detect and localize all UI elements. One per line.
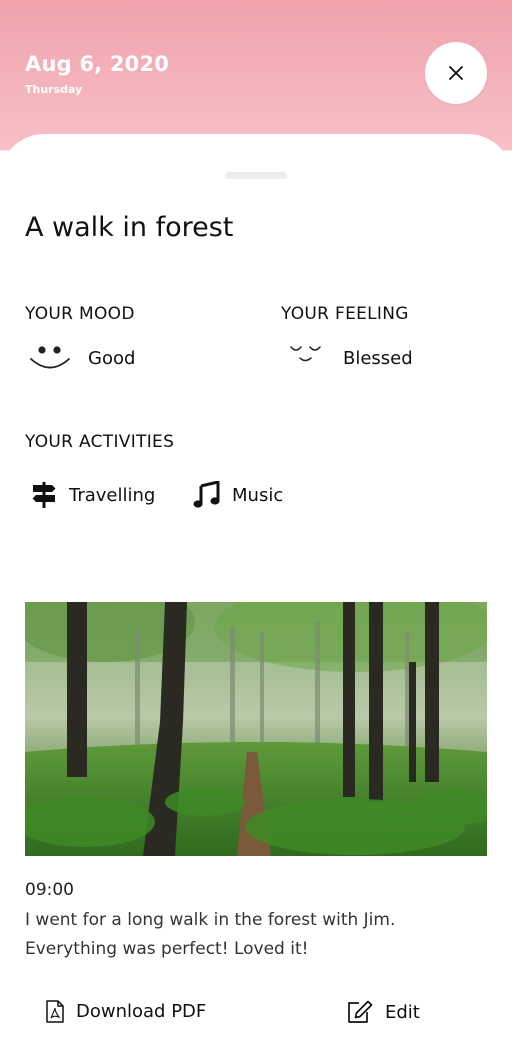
feeling-value: Blessed (343, 348, 413, 369)
close-button[interactable] (425, 42, 487, 104)
forest-photo-image (25, 602, 487, 856)
pdf-file-icon (46, 1000, 64, 1023)
download-pdf-button[interactable]: Download PDF (46, 1000, 206, 1023)
mood-label: YOUR MOOD (25, 304, 135, 324)
activity-label: Travelling (69, 485, 156, 506)
sheet-drag-handle[interactable] (225, 172, 287, 179)
entry-weekday: Thursday (25, 83, 83, 96)
activity-label: Music (232, 485, 284, 506)
signpost-icon (32, 482, 56, 508)
music-note-icon (193, 481, 220, 508)
blessed-face-icon (290, 346, 321, 362)
detail-sheet: A walk in forest YOUR MOOD Good YOUR FEE… (0, 134, 512, 1042)
entry-title: A walk in forest (25, 212, 234, 243)
mood-value: Good (88, 348, 136, 369)
edit-label: Edit (385, 1001, 420, 1023)
download-pdf-label: Download PDF (76, 1001, 207, 1022)
smiley-face-icon (30, 346, 70, 369)
entry-date: Aug 6, 2020 (25, 52, 170, 76)
close-icon (449, 66, 463, 80)
entry-note: I went for a long walk in the forest wit… (25, 910, 396, 959)
activities-label: YOUR ACTIVITIES (25, 432, 175, 452)
entry-detail-screen: Aug 6, 2020 Thursday A walk in forest YO… (0, 0, 512, 1042)
entry-time: 09:00 (25, 880, 74, 900)
feeling-label: YOUR FEELING (281, 304, 409, 324)
forest-photo[interactable] (25, 602, 487, 856)
edit-button[interactable]: Edit (347, 1000, 420, 1024)
edit-icon (348, 1000, 373, 1023)
